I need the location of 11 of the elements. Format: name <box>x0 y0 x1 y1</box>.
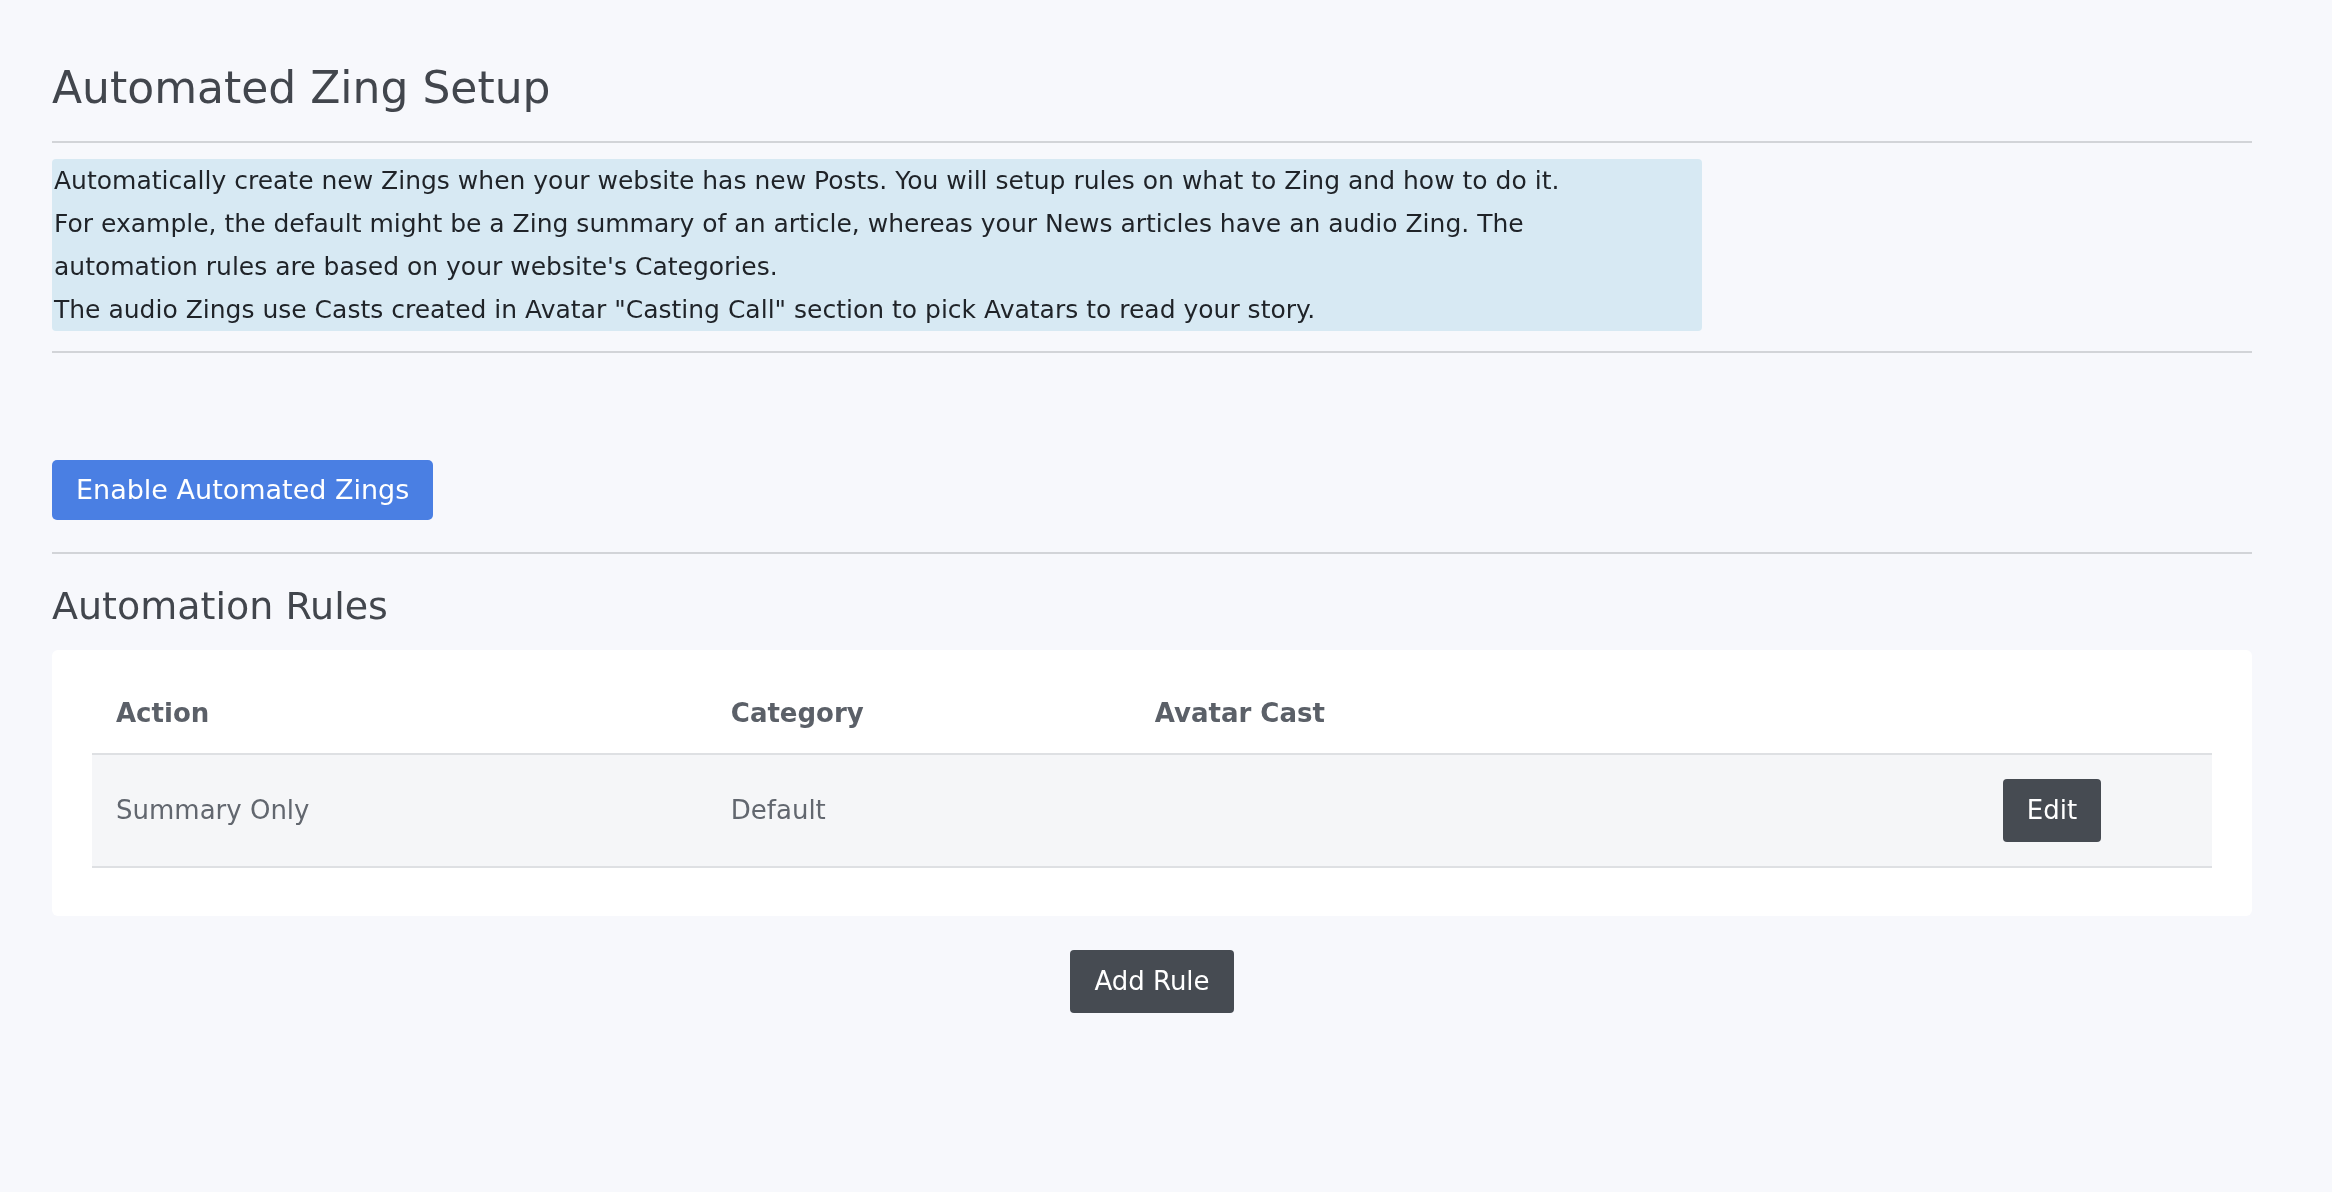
edit-button[interactable]: Edit <box>2002 778 2102 842</box>
intro-paragraph: Automatically create new Zings when your website has new Posts. You will setup rules on what to Zing and how to do it. For example, the default might be a Zing summary of an article, whereas your News articles have an audio Zing. The automation rules are based on your website's Categories. The audio Zings use Casts created in Avatar "Casting Call" section to pick Avatars to read your story. <box>52 158 1702 331</box>
column-header: Action <box>92 693 707 754</box>
add-rule-button[interactable]: Add Rule <box>1070 949 1234 1013</box>
column-header: Avatar Cast <box>1130 693 1979 754</box>
enable-button[interactable]: Enable Automated Zings <box>52 459 434 521</box>
section-title: Automation Rules <box>52 584 389 630</box>
table-cell: Summary Only <box>92 753 707 867</box>
column-header: Category <box>706 693 1131 754</box>
table-cell: Default <box>706 753 1131 867</box>
page-title: Automated Zing Setup <box>52 62 552 115</box>
